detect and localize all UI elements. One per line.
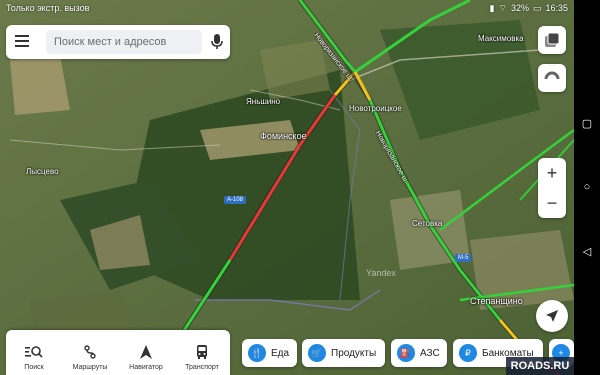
place-label: Сетовка (412, 219, 443, 228)
layers-icon (545, 32, 560, 47)
zoom-in-button[interactable]: + (538, 158, 566, 188)
tab-transport[interactable]: Транспорт (174, 330, 230, 375)
tab-label: Поиск (24, 364, 44, 371)
recent-apps-icon[interactable]: ▢ (580, 116, 594, 130)
food-icon: 🍴 (248, 344, 266, 362)
status-bar: Только экстр. вызов ▮ ⌔ 32% ▭ 16:35 (0, 0, 574, 16)
road-shield: М-5 (455, 254, 472, 262)
category-label: АЗС (420, 347, 440, 359)
category-gas-station[interactable]: ⛽ АЗС (391, 339, 447, 367)
back-icon[interactable]: ◁ (580, 244, 594, 258)
yandex-logo: Yandex (366, 268, 396, 278)
tab-routes[interactable]: Маршруты (62, 330, 118, 375)
roads-watermark: ROADS.RU (506, 357, 574, 375)
category-label: Продукты (331, 347, 377, 359)
place-label: Максимовка (478, 34, 524, 43)
tab-label: Маршруты (72, 364, 108, 371)
wifi-icon: ⌔ (498, 2, 507, 13)
layers-button[interactable] (538, 26, 566, 54)
menu-icon[interactable] (15, 35, 29, 49)
locate-button[interactable] (536, 300, 568, 332)
microphone-icon[interactable] (211, 34, 223, 50)
tab-label: Транспорт (185, 364, 219, 371)
category-label: Еда (271, 347, 290, 359)
zoom-out-button[interactable]: − (538, 188, 566, 218)
location-arrow-icon (546, 310, 558, 322)
route-icon (84, 345, 96, 359)
android-nav-bar: ▢ ○ ◁ (574, 0, 600, 375)
zoom-control: + − (538, 158, 566, 218)
traffic-icon (544, 71, 560, 80)
place-label: Степанщино (470, 296, 523, 306)
fuel-icon: ⛽ (397, 344, 415, 362)
place-label: Фоминское (260, 131, 307, 141)
signal-icon: ▮ (489, 2, 495, 13)
battery-text: 32% (510, 3, 529, 13)
place-label: Яньшино (246, 97, 281, 106)
bus-icon (197, 345, 207, 359)
navigator-icon (140, 345, 152, 359)
atm-icon: ₽ (459, 344, 477, 362)
search-icon (25, 346, 43, 358)
home-icon[interactable]: ○ (580, 180, 594, 194)
place-label: Лысцево (26, 167, 59, 176)
tab-label: Навигатор (129, 364, 163, 371)
category-groceries[interactable]: 🛒 Продукты (302, 339, 385, 367)
bottom-tab-bar: Поиск Маршруты Навигатор Транспорт (6, 330, 230, 375)
traffic-button[interactable] (538, 64, 566, 92)
category-food[interactable]: 🍴 Еда (242, 339, 297, 367)
status-left-text: Только экстр. вызов (6, 3, 90, 13)
basket-icon: 🛒 (308, 344, 326, 362)
road-shield: А-108 (224, 196, 247, 204)
search-field[interactable] (46, 30, 202, 54)
battery-icon: ▭ (532, 2, 542, 13)
place-label: Новотроицкое (349, 104, 402, 113)
time-text: 16:35 (545, 3, 568, 13)
search-bar (6, 25, 230, 59)
tab-navigator[interactable]: Навигатор (118, 330, 174, 375)
tab-search[interactable]: Поиск (6, 330, 62, 375)
search-input[interactable] (46, 30, 202, 54)
